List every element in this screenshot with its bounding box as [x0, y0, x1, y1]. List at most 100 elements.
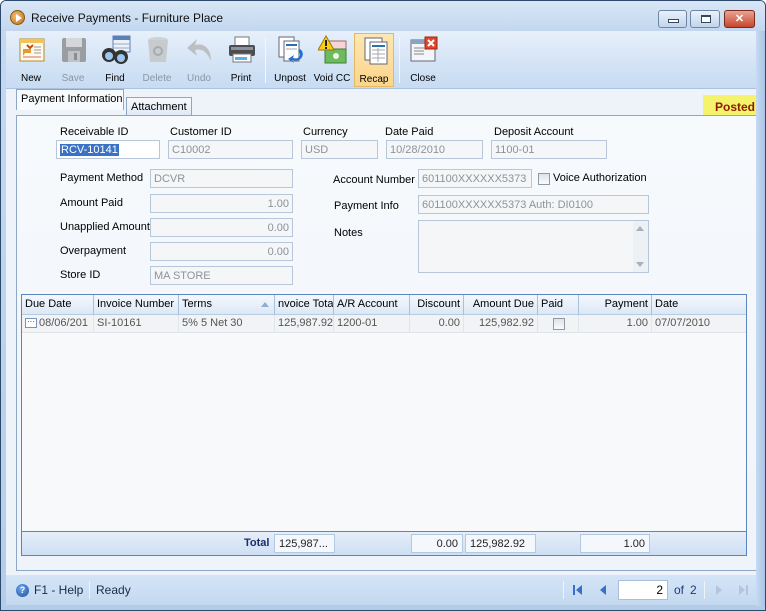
paid-checkbox[interactable] — [553, 318, 565, 330]
cell-amount-due[interactable]: 125,982.92 — [464, 315, 538, 333]
status-badge: Posted — [703, 95, 761, 117]
print-label: Print — [230, 73, 252, 84]
deposit-account-field[interactable]: 1100-01 — [491, 140, 607, 159]
scroll-up-icon[interactable] — [636, 226, 644, 231]
grid-totals-footer: Total 125,987... 0.00 125,982.92 1.00 — [22, 531, 746, 555]
delete-button[interactable]: Delete — [137, 33, 177, 87]
delete-trash-icon — [148, 37, 168, 62]
date-paid-field[interactable]: 10/28/2010 — [386, 140, 483, 159]
cell-invoice-number[interactable]: SI-10161 — [94, 315, 179, 333]
help-shortcut[interactable]: F1 - Help — [34, 583, 83, 597]
sort-ascending-icon — [261, 302, 269, 307]
save-icon — [62, 38, 86, 62]
unpost-icon — [278, 36, 303, 63]
cell-terms[interactable]: 5% 5 Net 30 — [179, 315, 275, 333]
delete-label: Delete — [142, 73, 172, 84]
column-header-terms[interactable]: Terms — [179, 295, 275, 315]
receivable-id-field[interactable]: RCV-10141 — [56, 140, 160, 159]
new-icon — [19, 38, 45, 62]
print-button[interactable]: Print — [221, 33, 261, 87]
currency-field[interactable]: USD — [301, 140, 378, 159]
save-button[interactable]: Save — [53, 33, 93, 87]
scroll-down-icon[interactable] — [636, 262, 644, 267]
void-cc-button[interactable]: Void CC — [312, 33, 352, 87]
cell-payment[interactable]: 1.00 — [579, 315, 652, 333]
voice-authorization-checkbox[interactable] — [538, 173, 550, 185]
close-label: Close — [410, 73, 436, 84]
amount-paid-label: Amount Paid — [60, 197, 123, 209]
column-header-amount-due[interactable]: Amount Due — [464, 295, 538, 315]
unpost-button[interactable]: Unpost — [270, 33, 310, 87]
notes-scrollbar[interactable] — [633, 221, 648, 272]
column-header-due-date[interactable]: Due Date — [22, 295, 94, 315]
column-header-date[interactable]: Date — [652, 295, 748, 315]
cell-date[interactable]: 07/07/2010 — [652, 315, 748, 333]
column-header-invoice-number[interactable]: Invoice Number — [94, 295, 179, 315]
cell-paid[interactable] — [538, 315, 579, 333]
notes-textarea[interactable] — [418, 220, 649, 273]
account-number-field[interactable]: 601100XXXXXX5373 — [418, 169, 532, 188]
invoices-grid: Due Date Invoice Number Terms nvoice Tot… — [21, 294, 747, 556]
recap-button[interactable]: Recap — [354, 33, 394, 87]
due-date-value: 08/06/201 — [39, 317, 88, 329]
page-number-input[interactable]: 2 — [618, 580, 668, 600]
maximize-icon — [701, 15, 711, 23]
undo-button[interactable]: Undo — [179, 33, 219, 87]
pager-separator-right — [704, 581, 705, 599]
next-record-icon[interactable] — [712, 583, 726, 597]
column-header-paid[interactable]: Paid — [538, 295, 579, 315]
previous-record-icon[interactable] — [596, 583, 610, 597]
cell-invoice-total[interactable]: 125,987.92 — [275, 315, 334, 333]
window-title: Receive Payments - Furniture Place — [31, 11, 224, 25]
payment-information-panel: Receivable ID Customer ID Currency Date … — [16, 115, 761, 571]
new-button[interactable]: New — [11, 33, 51, 87]
total-invoice-total: 125,987... — [274, 534, 335, 553]
total-discount: 0.00 — [411, 534, 463, 553]
ellipsis-button-icon[interactable]: ··· — [25, 318, 37, 329]
app-icon — [10, 10, 25, 25]
print-icon — [229, 36, 255, 63]
total-amount-due: 125,982.92 — [465, 534, 536, 553]
overpayment-field[interactable]: 0.00 — [150, 242, 293, 261]
terms-header-text: Terms — [182, 298, 212, 310]
customer-id-label: Customer ID — [170, 126, 232, 138]
cell-discount[interactable]: 0.00 — [410, 315, 464, 333]
find-binoculars-icon — [102, 35, 131, 64]
column-header-discount[interactable]: Discount — [410, 295, 464, 315]
deposit-account-label: Deposit Account — [494, 126, 574, 138]
status-bar: ? F1 - Help Ready 2 of 2 — [6, 575, 758, 605]
help-icon[interactable]: ? — [16, 584, 29, 597]
amount-paid-field[interactable]: 1.00 — [150, 194, 293, 213]
column-header-payment[interactable]: Payment — [579, 295, 652, 315]
close-button[interactable]: Close — [403, 33, 443, 87]
close-window-button[interactable]: ✕ — [724, 10, 755, 28]
cell-due-date[interactable]: ··· 08/06/201 — [22, 315, 94, 333]
date-paid-label: Date Paid — [385, 126, 434, 138]
column-header-invoice-total[interactable]: nvoice Total — [275, 295, 334, 315]
store-id-field[interactable]: MA STORE — [150, 266, 293, 285]
minimize-button[interactable] — [658, 10, 687, 28]
customer-id-field[interactable]: C10002 — [168, 140, 293, 159]
cell-ar-account[interactable]: 1200-01 — [334, 315, 410, 333]
find-button[interactable]: Find — [95, 33, 135, 87]
unpost-label: Unpost — [274, 73, 306, 84]
last-record-icon[interactable] — [736, 583, 750, 597]
undo-label: Undo — [187, 73, 211, 84]
total-payment: 1.00 — [580, 534, 650, 553]
column-header-ar-account[interactable]: A/R Account — [334, 295, 410, 315]
maximize-button[interactable] — [690, 10, 720, 28]
unapplied-amount-field[interactable]: 0.00 — [150, 218, 293, 237]
unapplied-amount-label: Unapplied Amount — [60, 221, 150, 233]
void-cc-warning-icon — [318, 35, 347, 64]
first-record-icon[interactable] — [571, 583, 585, 597]
tab-attachment[interactable]: Attachment — [126, 97, 192, 115]
payment-method-label: Payment Method — [60, 172, 144, 184]
tab-payment-information[interactable]: Payment Information — [16, 89, 124, 110]
minimize-icon — [668, 19, 679, 23]
table-row[interactable]: ··· 08/06/201 SI-10161 5% 5 Net 30 125,98… — [22, 315, 746, 333]
payment-method-field[interactable]: DCVR — [150, 169, 293, 188]
close-form-icon — [410, 36, 438, 62]
payment-info-field[interactable]: 601100XXXXXX5373 Auth: DI0100 — [418, 195, 649, 214]
grid-header: Due Date Invoice Number Terms nvoice Tot… — [22, 295, 746, 315]
close-icon: ✕ — [734, 13, 745, 25]
